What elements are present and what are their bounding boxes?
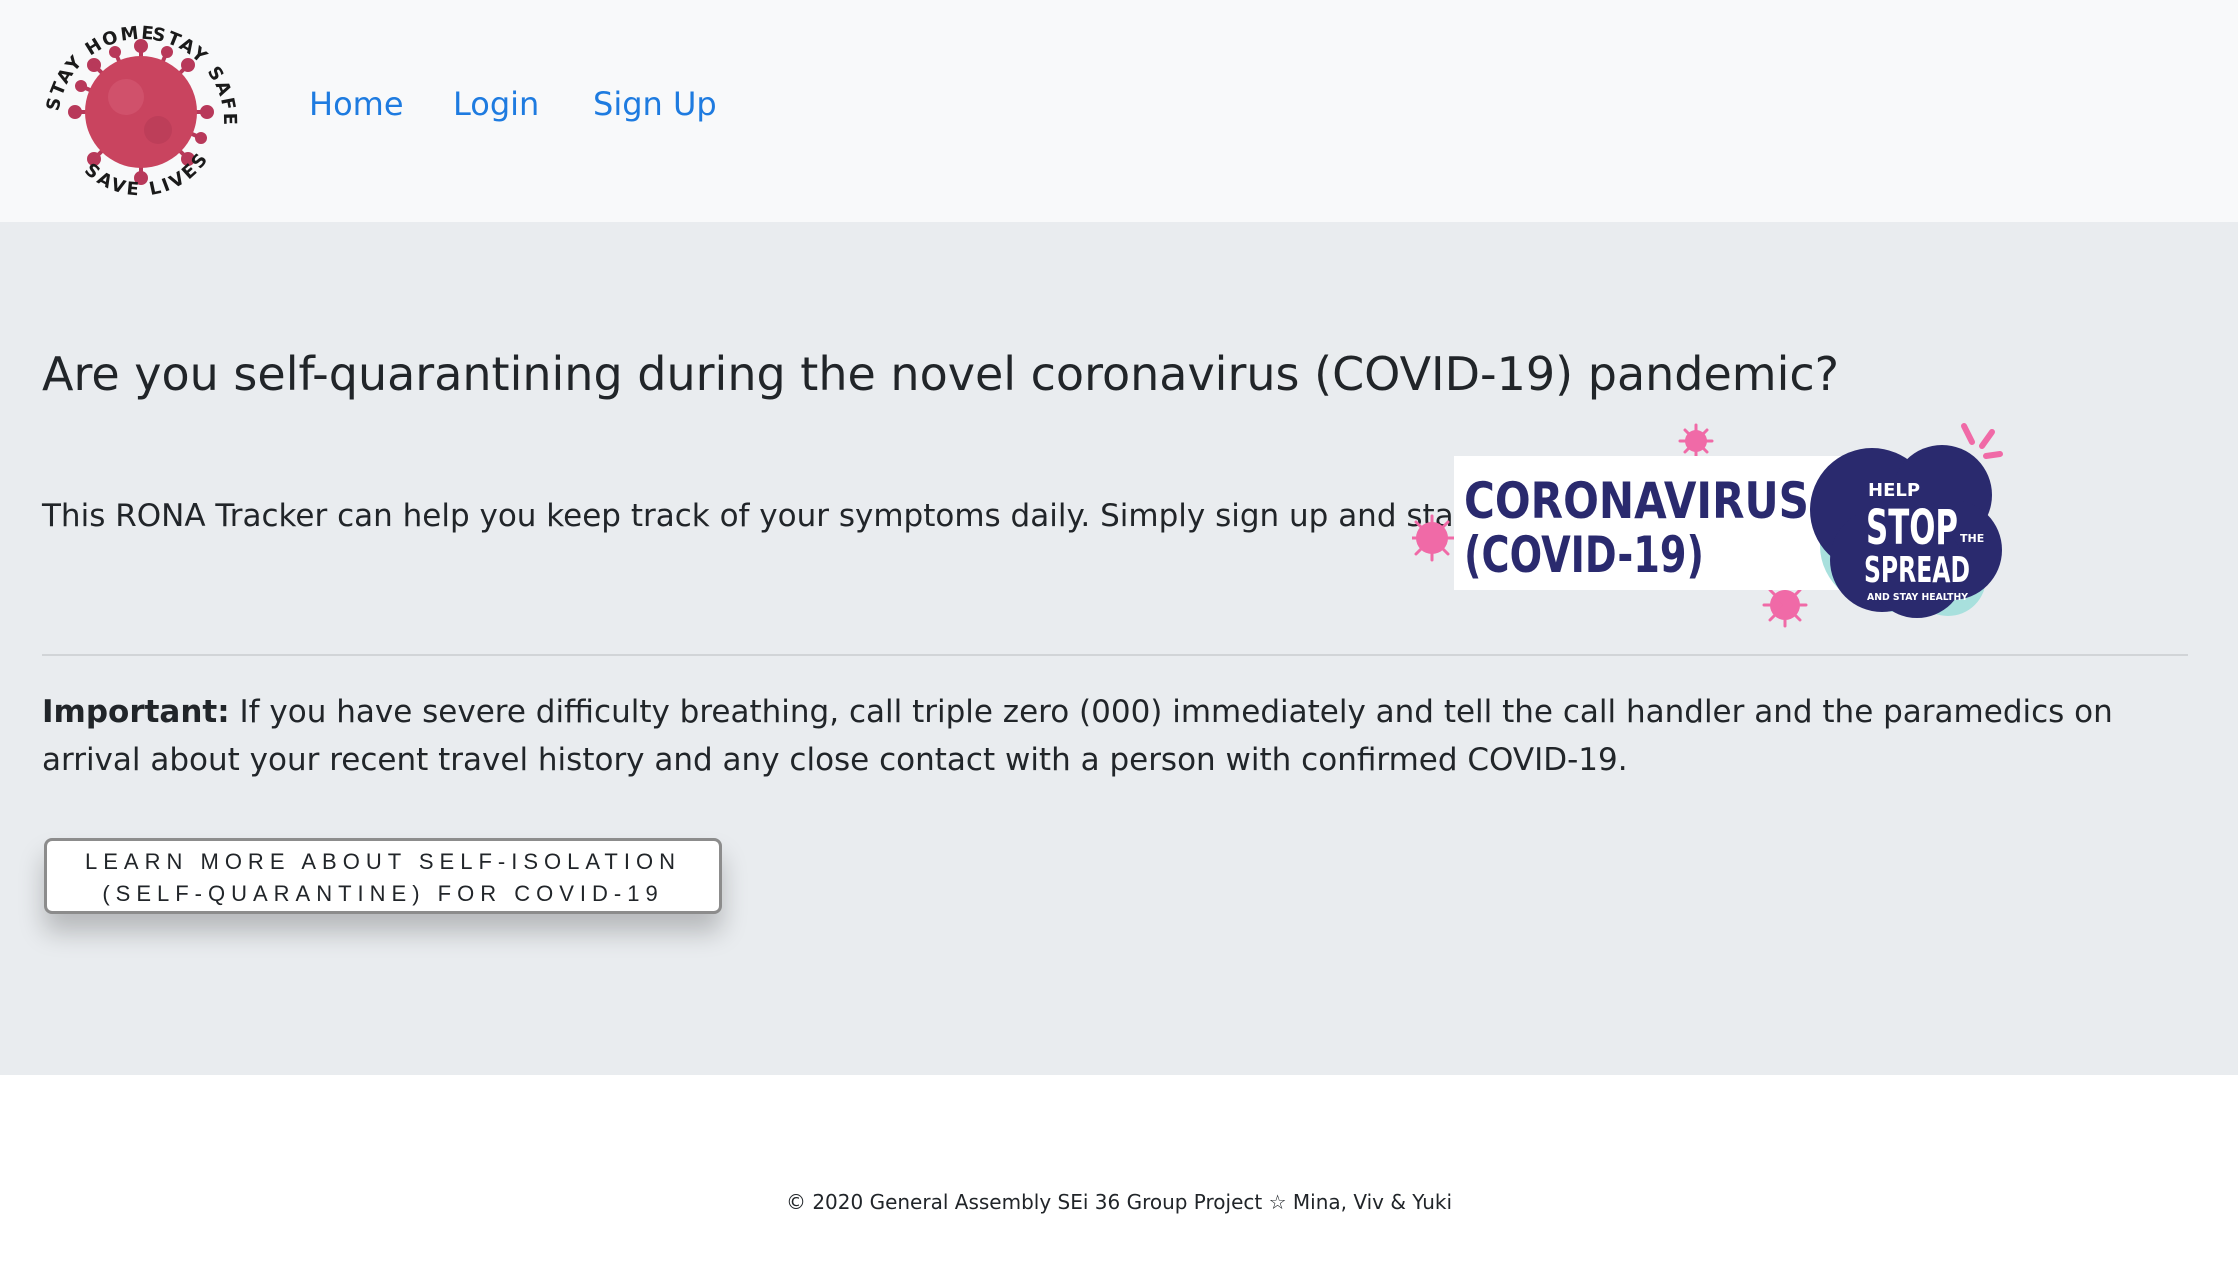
nav-signup-link[interactable]: Sign Up bbox=[593, 82, 717, 126]
nav-login-link[interactable]: Login bbox=[453, 82, 539, 126]
hero-section: Are you self-quarantining during the nov… bbox=[0, 222, 2238, 1075]
page-headline: Are you self-quarantining during the nov… bbox=[42, 347, 1840, 401]
svg-text:HELP: HELP bbox=[1868, 480, 1920, 501]
important-notice: Important: If you have severe difficulty… bbox=[42, 688, 2192, 784]
footer: © 2020 General Assembly SEi 36 Group Pro… bbox=[0, 1075, 2238, 1262]
svg-text:CORONAVIRUS: CORONAVIRUS bbox=[1464, 472, 1809, 530]
nav-home-link[interactable]: Home bbox=[309, 82, 404, 126]
svg-text:THE: THE bbox=[1960, 532, 1984, 545]
learn-more-button[interactable]: LEARN MORE ABOUT SELF-ISOLATION (SELF-QU… bbox=[44, 838, 722, 914]
logo-link[interactable]: STAY HOME STAY SAFE SAVE LIVES bbox=[36, 12, 246, 206]
svg-text:STOP: STOP bbox=[1866, 500, 1958, 556]
important-label: Important: bbox=[42, 694, 230, 730]
important-text: If you have severe difficulty breathing,… bbox=[42, 694, 2113, 778]
virus-logo-icon: STAY HOME STAY SAFE SAVE LIVES bbox=[43, 23, 238, 201]
svg-text:(COVID-19): (COVID-19) bbox=[1464, 526, 1704, 584]
covid-banner-image: CORONAVIRUS (COVID-19) HELP STOP THE SPR… bbox=[1412, 420, 2012, 628]
svg-text:SPREAD: SPREAD bbox=[1864, 550, 1970, 591]
svg-text:AND STAY HEALTHY: AND STAY HEALTHY bbox=[1867, 592, 1969, 603]
footer-copyright: © 2020 General Assembly SEi 36 Group Pro… bbox=[785, 1190, 1453, 1214]
navbar: STAY HOME STAY SAFE SAVE LIVES Home Logi… bbox=[0, 0, 2238, 222]
intro-text: This RONA Tracker can help you keep trac… bbox=[42, 498, 1626, 534]
section-divider bbox=[42, 654, 2188, 656]
